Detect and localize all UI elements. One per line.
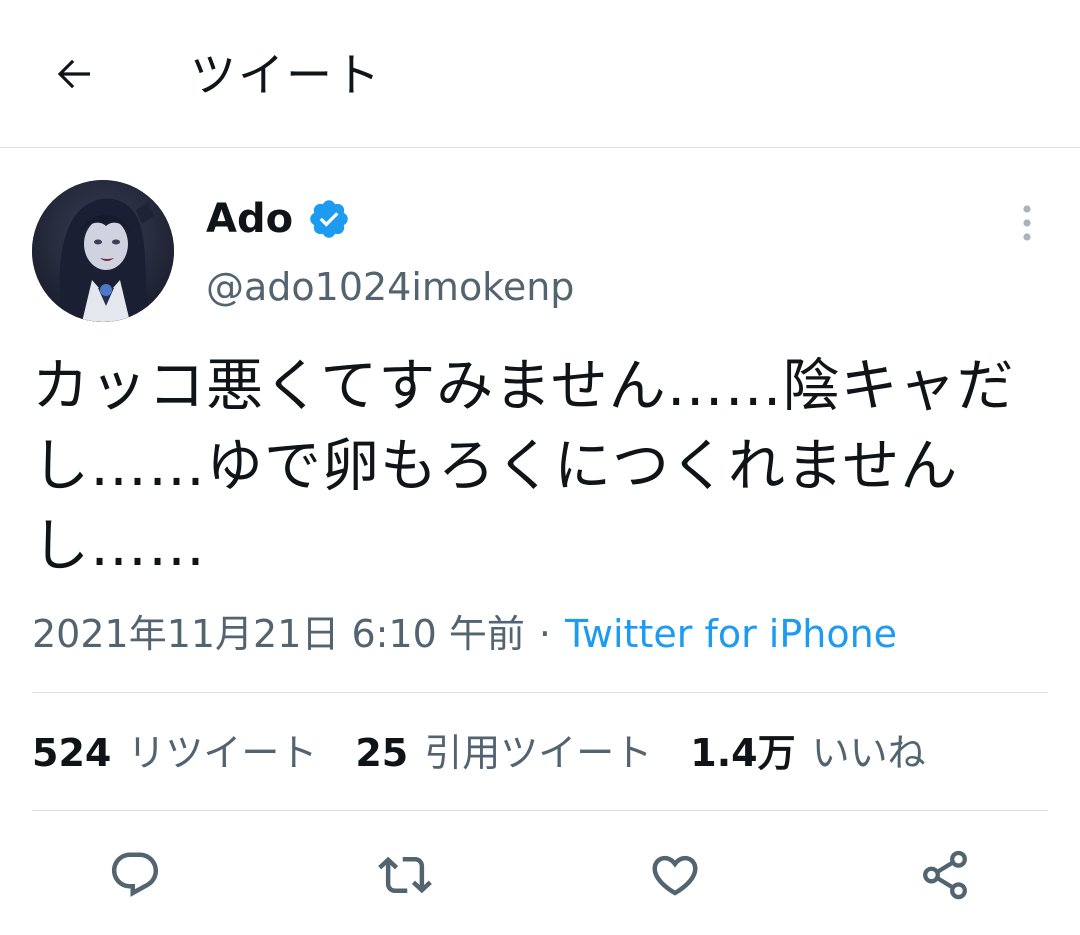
tweet-text: カッコ悪くてすみません……陰キャだし……ゆで卵もろくにつくれませんし…… <box>32 353 1015 579</box>
heart-icon <box>652 855 698 896</box>
likes-label: いいね <box>811 731 926 775</box>
top-bar: ツイート <box>0 0 1080 148</box>
likes-stat[interactable]: 1.4万 いいね <box>690 722 925 784</box>
tweet-stats: 524 リツイート 25 引用ツイート 1.4万 いいね <box>32 722 926 784</box>
more-options-button[interactable] <box>1010 200 1044 246</box>
likes-count: 1.4万 <box>690 731 796 775</box>
share-icon <box>923 850 967 900</box>
avatar-image <box>32 180 174 322</box>
more-vertical-icon <box>1023 205 1031 241</box>
reply-button[interactable] <box>100 840 170 910</box>
arrow-left-icon <box>57 59 90 89</box>
quotes-count: 25 <box>355 731 409 775</box>
back-button[interactable] <box>44 44 104 104</box>
divider <box>32 810 1048 811</box>
page-title: ツイート <box>190 48 382 102</box>
verified-badge-icon <box>310 200 348 238</box>
divider <box>32 692 1048 693</box>
share-button[interactable] <box>910 840 980 910</box>
quotes-stat[interactable]: 25 引用ツイート <box>355 722 652 784</box>
like-button[interactable] <box>640 840 710 910</box>
avatar[interactable] <box>32 180 174 322</box>
author-display-name: Ado <box>206 196 294 242</box>
tweet-meta: 2021年11月21日 6:10 午前 · Twitter for iPhone <box>32 606 897 662</box>
retweets-label: リツイート <box>127 731 318 775</box>
quotes-label: 引用ツイート <box>424 731 653 775</box>
tweet-page: ツイート Ado @ado1024imokenp カッコ悪くてすみません……陰キ… <box>0 0 1080 935</box>
retweets-count: 524 <box>32 731 112 775</box>
meta-separator: · <box>538 612 551 656</box>
retweets-stat[interactable]: 524 リツイート <box>32 722 317 784</box>
retweet-button[interactable] <box>370 840 440 910</box>
retweet-icon <box>378 856 432 894</box>
author-name-row[interactable]: Ado <box>206 190 351 248</box>
tweet-timestamp[interactable]: 2021年11月21日 6:10 午前 <box>32 612 525 656</box>
reply-icon <box>111 852 159 897</box>
tweet-actions <box>0 840 1080 910</box>
author-handle[interactable]: @ado1024imokenp <box>206 262 574 312</box>
tweet-source-link[interactable]: Twitter for iPhone <box>565 612 897 656</box>
